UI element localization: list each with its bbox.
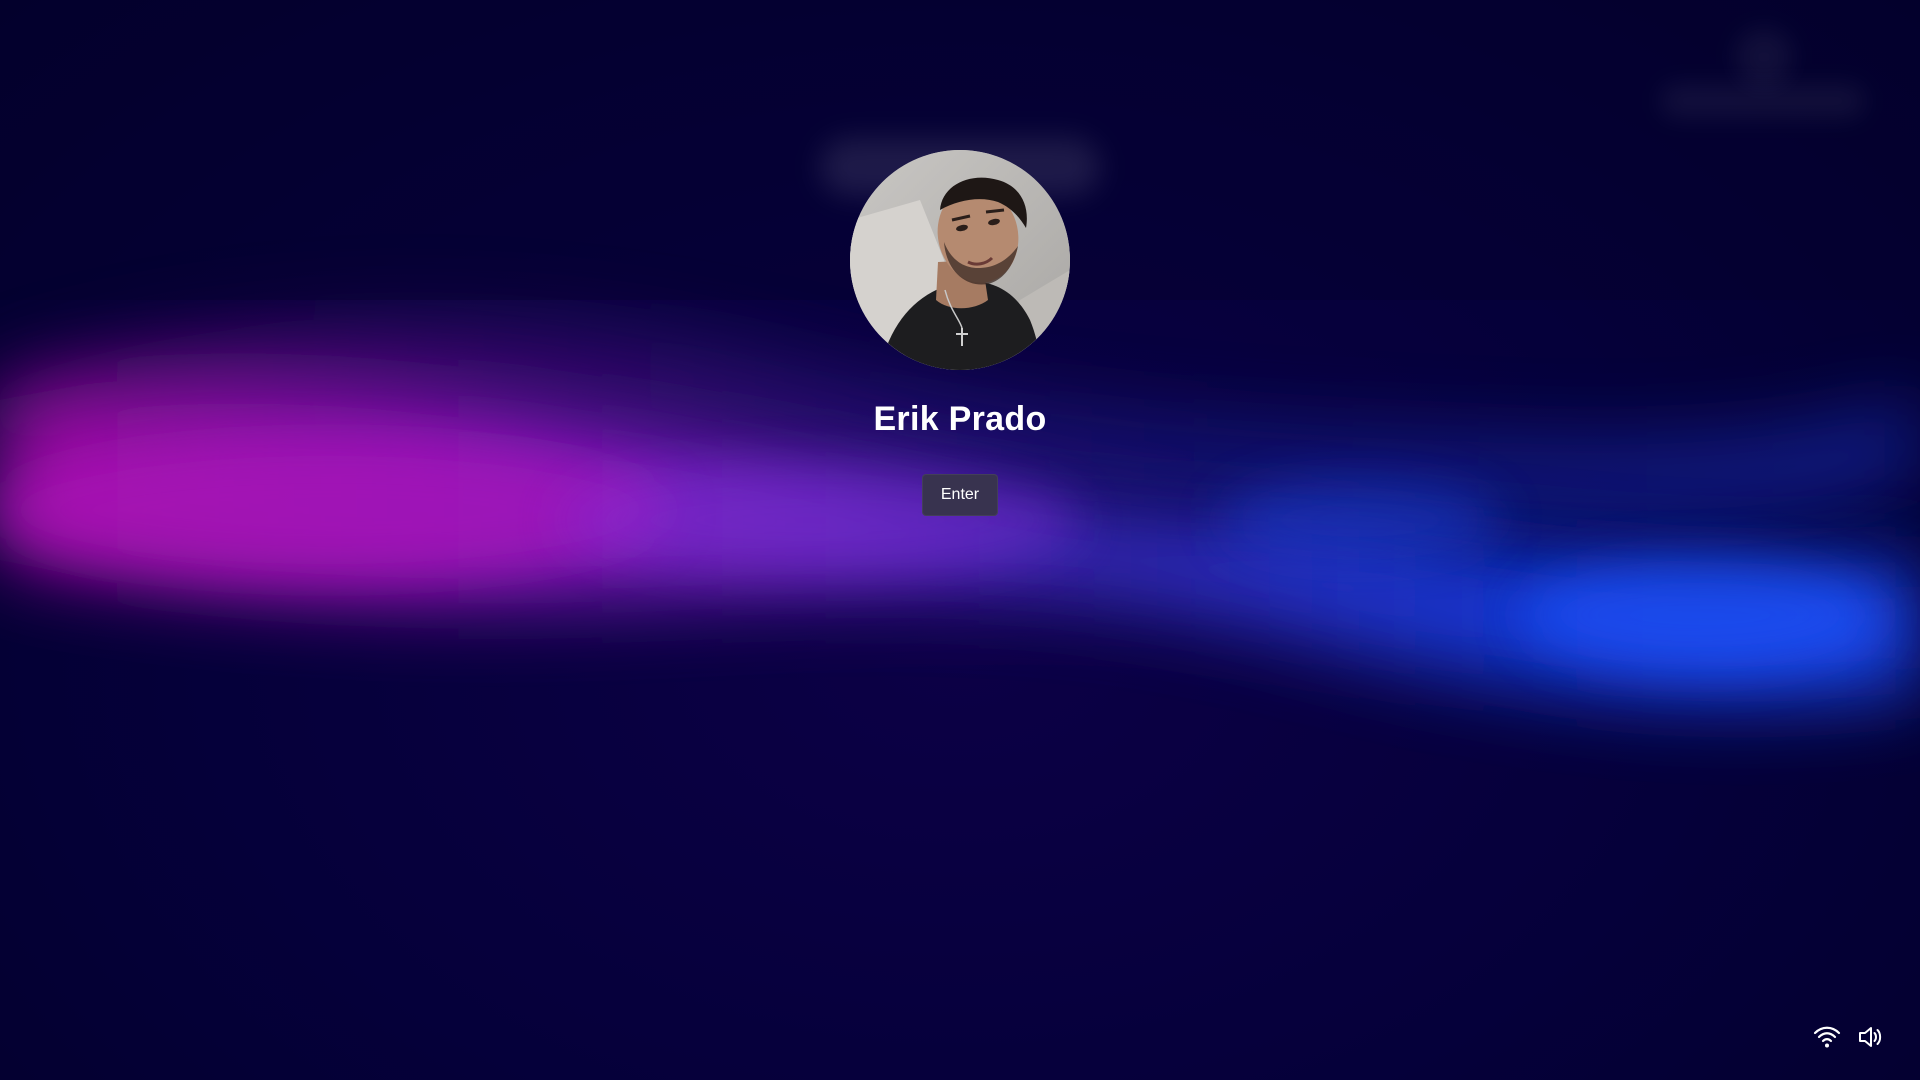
user-name: Erik Prado [873, 400, 1047, 438]
lock-screen: Erik Prado Enter [0, 0, 1920, 1080]
enter-button[interactable]: Enter [922, 474, 998, 516]
user-photo-icon [850, 150, 1070, 370]
wifi-icon[interactable] [1812, 1022, 1842, 1052]
system-tray [1812, 1022, 1892, 1052]
volume-icon[interactable] [1856, 1022, 1886, 1052]
user-avatar [850, 150, 1070, 370]
login-panel: Erik Prado Enter [0, 0, 1920, 1080]
